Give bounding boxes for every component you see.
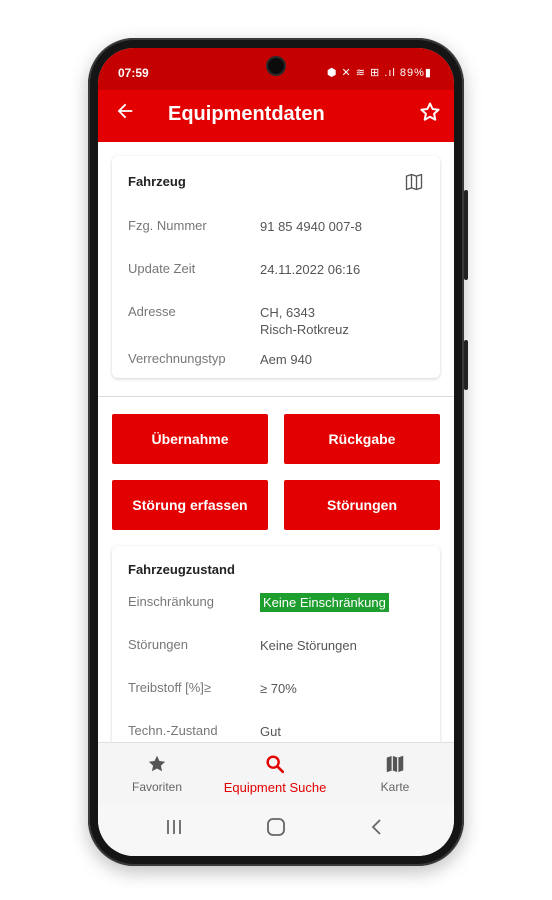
recents-icon[interactable] xyxy=(154,812,194,842)
nav-equipment-search[interactable]: Equipment Suche xyxy=(216,743,334,803)
nav-favorites-label: Favoriten xyxy=(131,780,183,794)
page-title: Equipmentdaten xyxy=(168,103,325,125)
map-icon xyxy=(336,753,454,775)
address-label: Adresse xyxy=(128,304,176,319)
report-fault-button[interactable]: Störung erfassen xyxy=(112,480,268,530)
update-time-label: Update Zeit xyxy=(128,261,196,276)
nav-favorites[interactable]: Favoriten xyxy=(98,743,216,803)
app-bar: Equipmentdaten xyxy=(98,90,454,142)
vehicle-number-value: 91 85 4940 007-8 xyxy=(260,219,362,234)
vehicle-number-label: Fzg. Nummer xyxy=(128,218,207,233)
vehicle-condition-card: Fahrzeugzustand Einschränkung Keine Eins… xyxy=(112,546,440,742)
billing-type-label: Verrechnungstyp xyxy=(128,351,226,366)
system-navigation-bar xyxy=(98,802,454,856)
restriction-label: Einschränkung xyxy=(128,594,214,609)
front-camera xyxy=(268,58,284,74)
map-icon[interactable] xyxy=(404,172,424,197)
fuel-label: Treibstoff [%]≥ xyxy=(128,680,211,695)
address-value-line2: Risch-Rotkreuz xyxy=(260,322,349,337)
faults-value: Keine Störungen xyxy=(260,638,357,653)
section-divider xyxy=(98,396,454,397)
nav-map[interactable]: Karte xyxy=(336,743,454,803)
nav-map-label: Karte xyxy=(380,780,410,794)
system-back-icon[interactable] xyxy=(356,812,396,842)
bottom-navigation: Favoriten Equipment Suche Karte xyxy=(98,742,454,803)
takeover-button[interactable]: Übernahme xyxy=(112,414,268,464)
star-icon xyxy=(98,753,216,775)
content-area: Fahrzeug Fzg. Nummer 91 85 4940 007-8 Up… xyxy=(98,142,454,742)
technical-condition-label: Techn.-Zustand xyxy=(128,723,218,738)
technical-condition-value: Gut xyxy=(260,724,281,739)
vehicle-card-title: Fahrzeug xyxy=(128,174,186,189)
favorite-star-icon[interactable] xyxy=(418,100,442,131)
search-icon xyxy=(216,753,334,775)
nav-equipment-search-label: Equipment Suche xyxy=(223,780,327,795)
restriction-status-badge: Keine Einschränkung xyxy=(260,593,389,612)
volume-button xyxy=(464,190,468,280)
power-button xyxy=(464,340,468,390)
billing-type-value: Aem 940 xyxy=(260,352,313,367)
status-time: 07:59 xyxy=(118,66,149,80)
status-bar: 07:59 ⬢ ✕ ≋ ⊞ .ıl 89%▮ xyxy=(98,48,454,90)
address-value-line1: CH, 6343 xyxy=(260,305,315,320)
vehicle-card: Fahrzeug Fzg. Nummer 91 85 4940 007-8 Up… xyxy=(112,156,440,378)
condition-card-title: Fahrzeugzustand xyxy=(128,562,235,577)
status-icons: ⬢ ✕ ≋ ⊞ .ıl 89%▮ xyxy=(326,67,432,79)
phone-screen: 07:59 ⬢ ✕ ≋ ⊞ .ıl 89%▮ Equipmentdaten Fa… xyxy=(98,48,454,856)
back-arrow-icon[interactable] xyxy=(114,100,136,129)
return-button[interactable]: Rückgabe xyxy=(284,414,440,464)
update-time-value: 24.11.2022 06:16 xyxy=(260,262,361,277)
faults-label: Störungen xyxy=(128,637,188,652)
home-icon[interactable] xyxy=(256,812,296,842)
faults-button[interactable]: Störungen xyxy=(284,480,440,530)
fuel-value: ≥ 70% xyxy=(260,681,297,696)
